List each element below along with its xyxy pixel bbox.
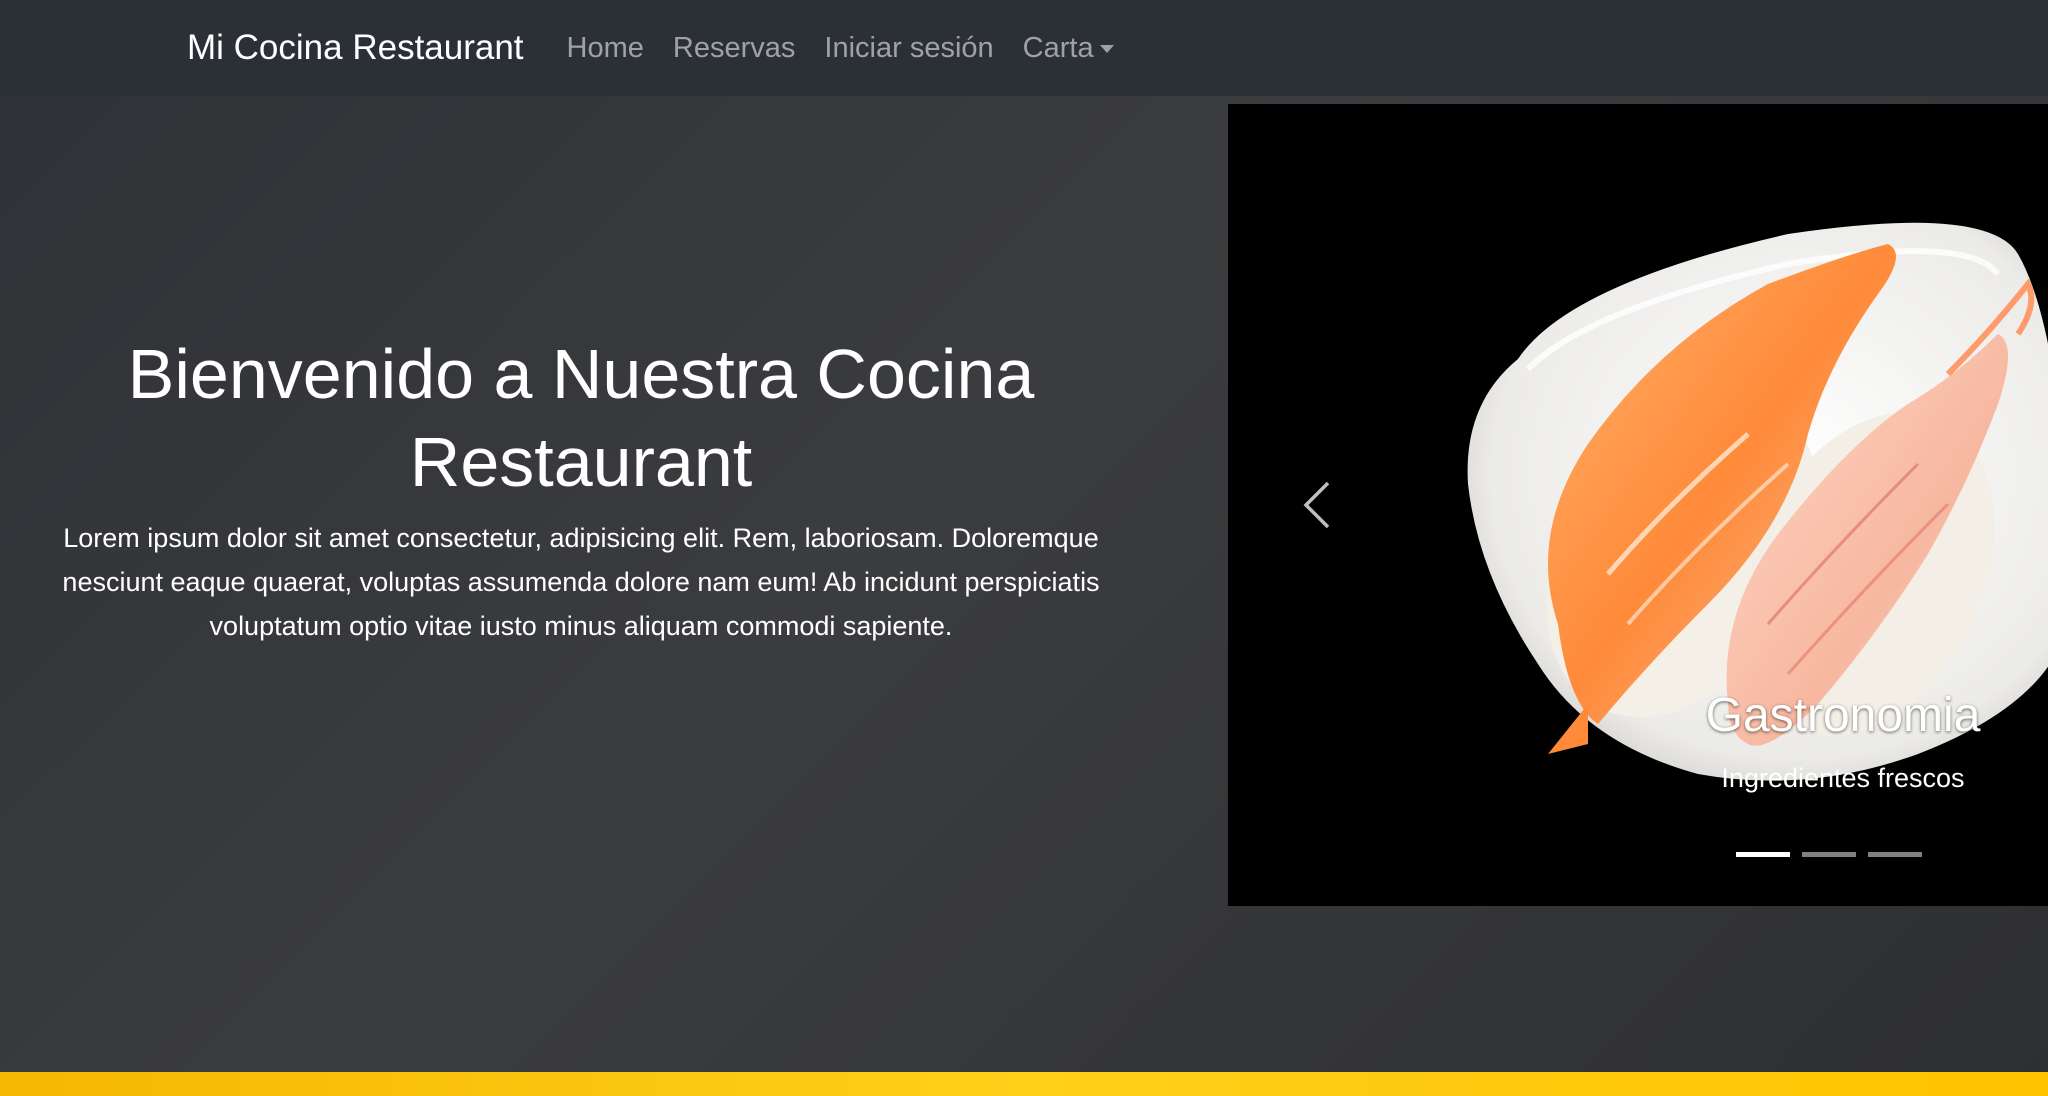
nav-reservas[interactable]: Reservas: [673, 32, 796, 65]
hero-description-line3: voluptatum optio vitae iusto minus aliqu…: [209, 611, 953, 641]
nav-links: Home Reservas Iniciar sesión Carta: [567, 32, 1143, 65]
carousel-indicator-2[interactable]: [1802, 852, 1856, 857]
top-navbar: Mi Cocina Restaurant Home Reservas Inici…: [0, 0, 2048, 96]
nav-iniciar-sesion[interactable]: Iniciar sesión: [824, 32, 993, 65]
image-carousel[interactable]: Gastronomia Ingredientes frescos: [1228, 104, 2048, 906]
carousel-caption: Gastronomia Ingredientes frescos: [1658, 684, 2028, 798]
footer-accent-strip: [0, 1072, 2048, 1096]
hero-description: Lorem ipsum dolor sit amet consectetur, …: [0, 516, 1162, 648]
brand-link[interactable]: Mi Cocina Restaurant: [187, 28, 524, 68]
chevron-left-icon: [1303, 481, 1330, 529]
hero-title-line2: Restaurant: [409, 423, 753, 501]
caption-subtitle: Ingredientes frescos: [1721, 763, 1965, 793]
carousel-indicators: [1736, 852, 1934, 857]
nav-carta-label: Carta: [1022, 31, 1094, 64]
hero-title-line1: Bienvenido a Nuestra Cocina: [127, 335, 1035, 413]
nav-home[interactable]: Home: [567, 32, 644, 65]
hero-description-line2: nesciunt eaque quaerat, voluptas assumen…: [62, 567, 1100, 597]
hero-section: Bienvenido a Nuestra Cocina Restaurant L…: [0, 330, 1162, 648]
caption-title: Gastronomia: [1705, 689, 1981, 742]
hero-title: Bienvenido a Nuestra Cocina Restaurant: [0, 330, 1162, 506]
carousel-prev-button[interactable]: [1228, 104, 1408, 906]
nav-carta-dropdown[interactable]: Carta: [1023, 32, 1114, 65]
hero-description-line1: Lorem ipsum dolor sit amet consectetur, …: [63, 523, 1099, 553]
carousel-indicator-3[interactable]: [1868, 852, 1922, 857]
carousel-indicator-1[interactable]: [1736, 852, 1790, 857]
caret-down-icon: [1099, 45, 1114, 53]
